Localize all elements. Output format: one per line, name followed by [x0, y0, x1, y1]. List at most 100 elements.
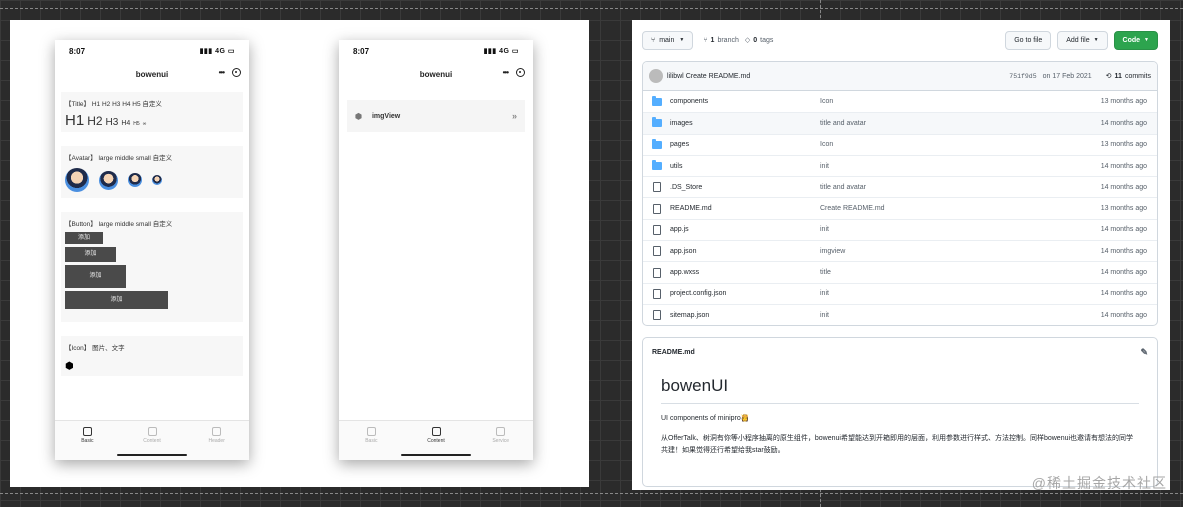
- tab-header[interactable]: Header: [184, 421, 249, 460]
- content-tab-icon: [431, 427, 441, 436]
- file-commit-message[interactable]: init: [820, 312, 1101, 319]
- more-icon[interactable]: •••: [219, 68, 225, 77]
- file-name[interactable]: components: [670, 98, 820, 105]
- phone-basic: 8:07 ▮▮▮ 4G ▭ bowenui ••• 【Title】 H1 H2 …: [55, 40, 249, 460]
- tab-basic[interactable]: Basic: [339, 421, 404, 460]
- file-age: 14 months ago: [1100, 226, 1147, 234]
- file-commit-message[interactable]: init: [820, 226, 1101, 233]
- file-row[interactable]: images title and avatar 14 months ago: [643, 112, 1157, 134]
- close-capsule-icon[interactable]: [232, 68, 241, 77]
- file-age: 14 months ago: [1100, 162, 1147, 170]
- imgview-list-item[interactable]: ⬢ imgView »: [347, 100, 525, 132]
- file-name[interactable]: pages: [670, 141, 820, 148]
- file-age: 14 months ago: [1100, 290, 1147, 298]
- file-icon: [653, 310, 661, 321]
- h5-sample: H5: [133, 121, 140, 127]
- commits-link[interactable]: ⟲ 11 commits: [1106, 72, 1151, 81]
- file-commit-message[interactable]: title and avatar: [820, 120, 1101, 127]
- network-type: 4G: [215, 48, 226, 55]
- branch-icon: ⑂: [703, 36, 708, 44]
- file-icon: [653, 246, 661, 257]
- file-commit-message[interactable]: Create README.md: [820, 205, 1101, 212]
- file-name[interactable]: project.config.json: [670, 290, 820, 297]
- file-row[interactable]: project.config.json init 14 months ago: [643, 282, 1157, 304]
- github-repo-panel: ⑂ main ▼ ⑂ 1 branch ◇ 0 tags Go to file …: [632, 20, 1170, 490]
- commit-message[interactable]: Create README.md: [686, 73, 751, 80]
- file-commit-message[interactable]: init: [820, 163, 1101, 170]
- file-commit-message[interactable]: title: [820, 269, 1101, 276]
- button-large[interactable]: 添加: [65, 232, 103, 244]
- go-to-file-button[interactable]: Go to file: [1005, 30, 1052, 50]
- file-commit-message[interactable]: init: [820, 290, 1101, 297]
- readme-header: README.md ✎: [643, 338, 1157, 366]
- file-row[interactable]: sitemap.json init 14 months ago: [643, 303, 1157, 325]
- content-tab-icon: [147, 427, 157, 436]
- avatar-samples: [65, 166, 239, 194]
- commit-date: on 17 Feb 2021: [1042, 72, 1092, 80]
- heading-samples: H1 H2 H3 H4 H5 ∞: [65, 112, 239, 129]
- file-age: 14 months ago: [1100, 247, 1147, 255]
- close-capsule-icon[interactable]: [516, 68, 525, 77]
- repo-toolbar: ⑂ main ▼ ⑂ 1 branch ◇ 0 tags Go to file …: [642, 30, 1158, 50]
- tags-link[interactable]: ◇ 0 tags: [744, 36, 774, 45]
- status-bar: 8:07 ▮▮▮ 4G ▭: [55, 40, 249, 62]
- capsule-menu[interactable]: •••: [219, 68, 241, 77]
- screenshot-root: { "phone1": { "time": "8:07", "signal": …: [0, 0, 1183, 507]
- nav-bar: bowenui •••: [339, 62, 533, 86]
- file-commit-message[interactable]: Icon: [820, 98, 1101, 105]
- file-row[interactable]: app.wxss title 14 months ago: [643, 261, 1157, 282]
- card-label: 【Title】 H1 H2 H3 H4 H5 自定义: [65, 101, 162, 108]
- code-button[interactable]: Code ▼: [1113, 30, 1158, 50]
- list-item-label: imgView: [371, 112, 401, 120]
- button-middle[interactable]: 添加: [65, 247, 116, 262]
- folder-icon: [652, 117, 662, 128]
- file-row[interactable]: README.md Create README.md 13 months ago: [643, 197, 1157, 218]
- file-row[interactable]: utils init 14 months ago: [643, 154, 1157, 176]
- branch-select[interactable]: ⑂ main ▼: [642, 30, 694, 50]
- pencil-icon[interactable]: ✎: [1140, 347, 1148, 358]
- branches-link[interactable]: ⑂ 1 branch: [703, 37, 739, 44]
- folder-icon: [652, 138, 662, 149]
- file-icon: [653, 182, 661, 193]
- file-row[interactable]: pages Icon 13 months ago: [643, 133, 1157, 155]
- more-icon[interactable]: •••: [503, 68, 509, 77]
- file-commit-message[interactable]: imgview: [820, 248, 1101, 255]
- battery-icon: ▭: [511, 48, 519, 55]
- readme-filename[interactable]: README.md: [652, 349, 695, 356]
- file-name[interactable]: app.json: [670, 248, 820, 255]
- avatar-custom: [152, 175, 162, 185]
- file-row[interactable]: app.json imgview 14 months ago: [643, 240, 1157, 261]
- file-name[interactable]: app.js: [670, 226, 820, 233]
- tab-basic[interactable]: Basic: [55, 421, 120, 460]
- button-custom[interactable]: 添加: [65, 291, 168, 309]
- file-commit-message[interactable]: Icon: [820, 141, 1101, 148]
- add-file-button[interactable]: Add file ▼: [1057, 30, 1108, 50]
- commit-author[interactable]: lilibwl: [667, 73, 684, 80]
- file-name[interactable]: app.wxss: [670, 269, 820, 276]
- latest-commit-bar: lilibwl Create README.md 751f9d5 on 17 F…: [643, 62, 1157, 91]
- file-row[interactable]: components Icon 13 months ago: [643, 91, 1157, 112]
- file-name[interactable]: images: [670, 120, 820, 127]
- title-demo-card: 【Title】 H1 H2 H3 H4 H5 自定义 H1 H2 H3 H4 H…: [61, 92, 243, 132]
- tag-icon: ◇: [744, 37, 751, 44]
- file-icon: [653, 288, 661, 299]
- tab-service[interactable]: Service: [468, 421, 533, 460]
- home-indicator: [117, 453, 187, 456]
- canvas-guide: [0, 8, 1183, 9]
- file-name[interactable]: README.md: [670, 205, 820, 212]
- avatar-large: [65, 168, 89, 192]
- watermark-text: @稀土掘金技术社区: [1031, 475, 1167, 491]
- file-row[interactable]: .DS_Store title and avatar 14 months ago: [643, 176, 1157, 197]
- file-name[interactable]: .DS_Store: [670, 184, 820, 191]
- chevron-down-icon: ▼: [679, 37, 685, 43]
- service-tab-icon: [496, 427, 506, 436]
- capsule-menu[interactable]: •••: [503, 68, 525, 77]
- file-name[interactable]: utils: [670, 163, 820, 170]
- file-name[interactable]: sitemap.json: [670, 312, 820, 319]
- commit-sha[interactable]: 751f9d5: [1009, 73, 1036, 80]
- file-list: components Icon 13 months ago images title a…: [643, 91, 1157, 325]
- file-commit-message[interactable]: title and avatar: [820, 184, 1101, 191]
- button-small[interactable]: 添加: [65, 265, 126, 288]
- folder-icon: [652, 95, 662, 106]
- file-row[interactable]: app.js init 14 months ago: [643, 218, 1157, 240]
